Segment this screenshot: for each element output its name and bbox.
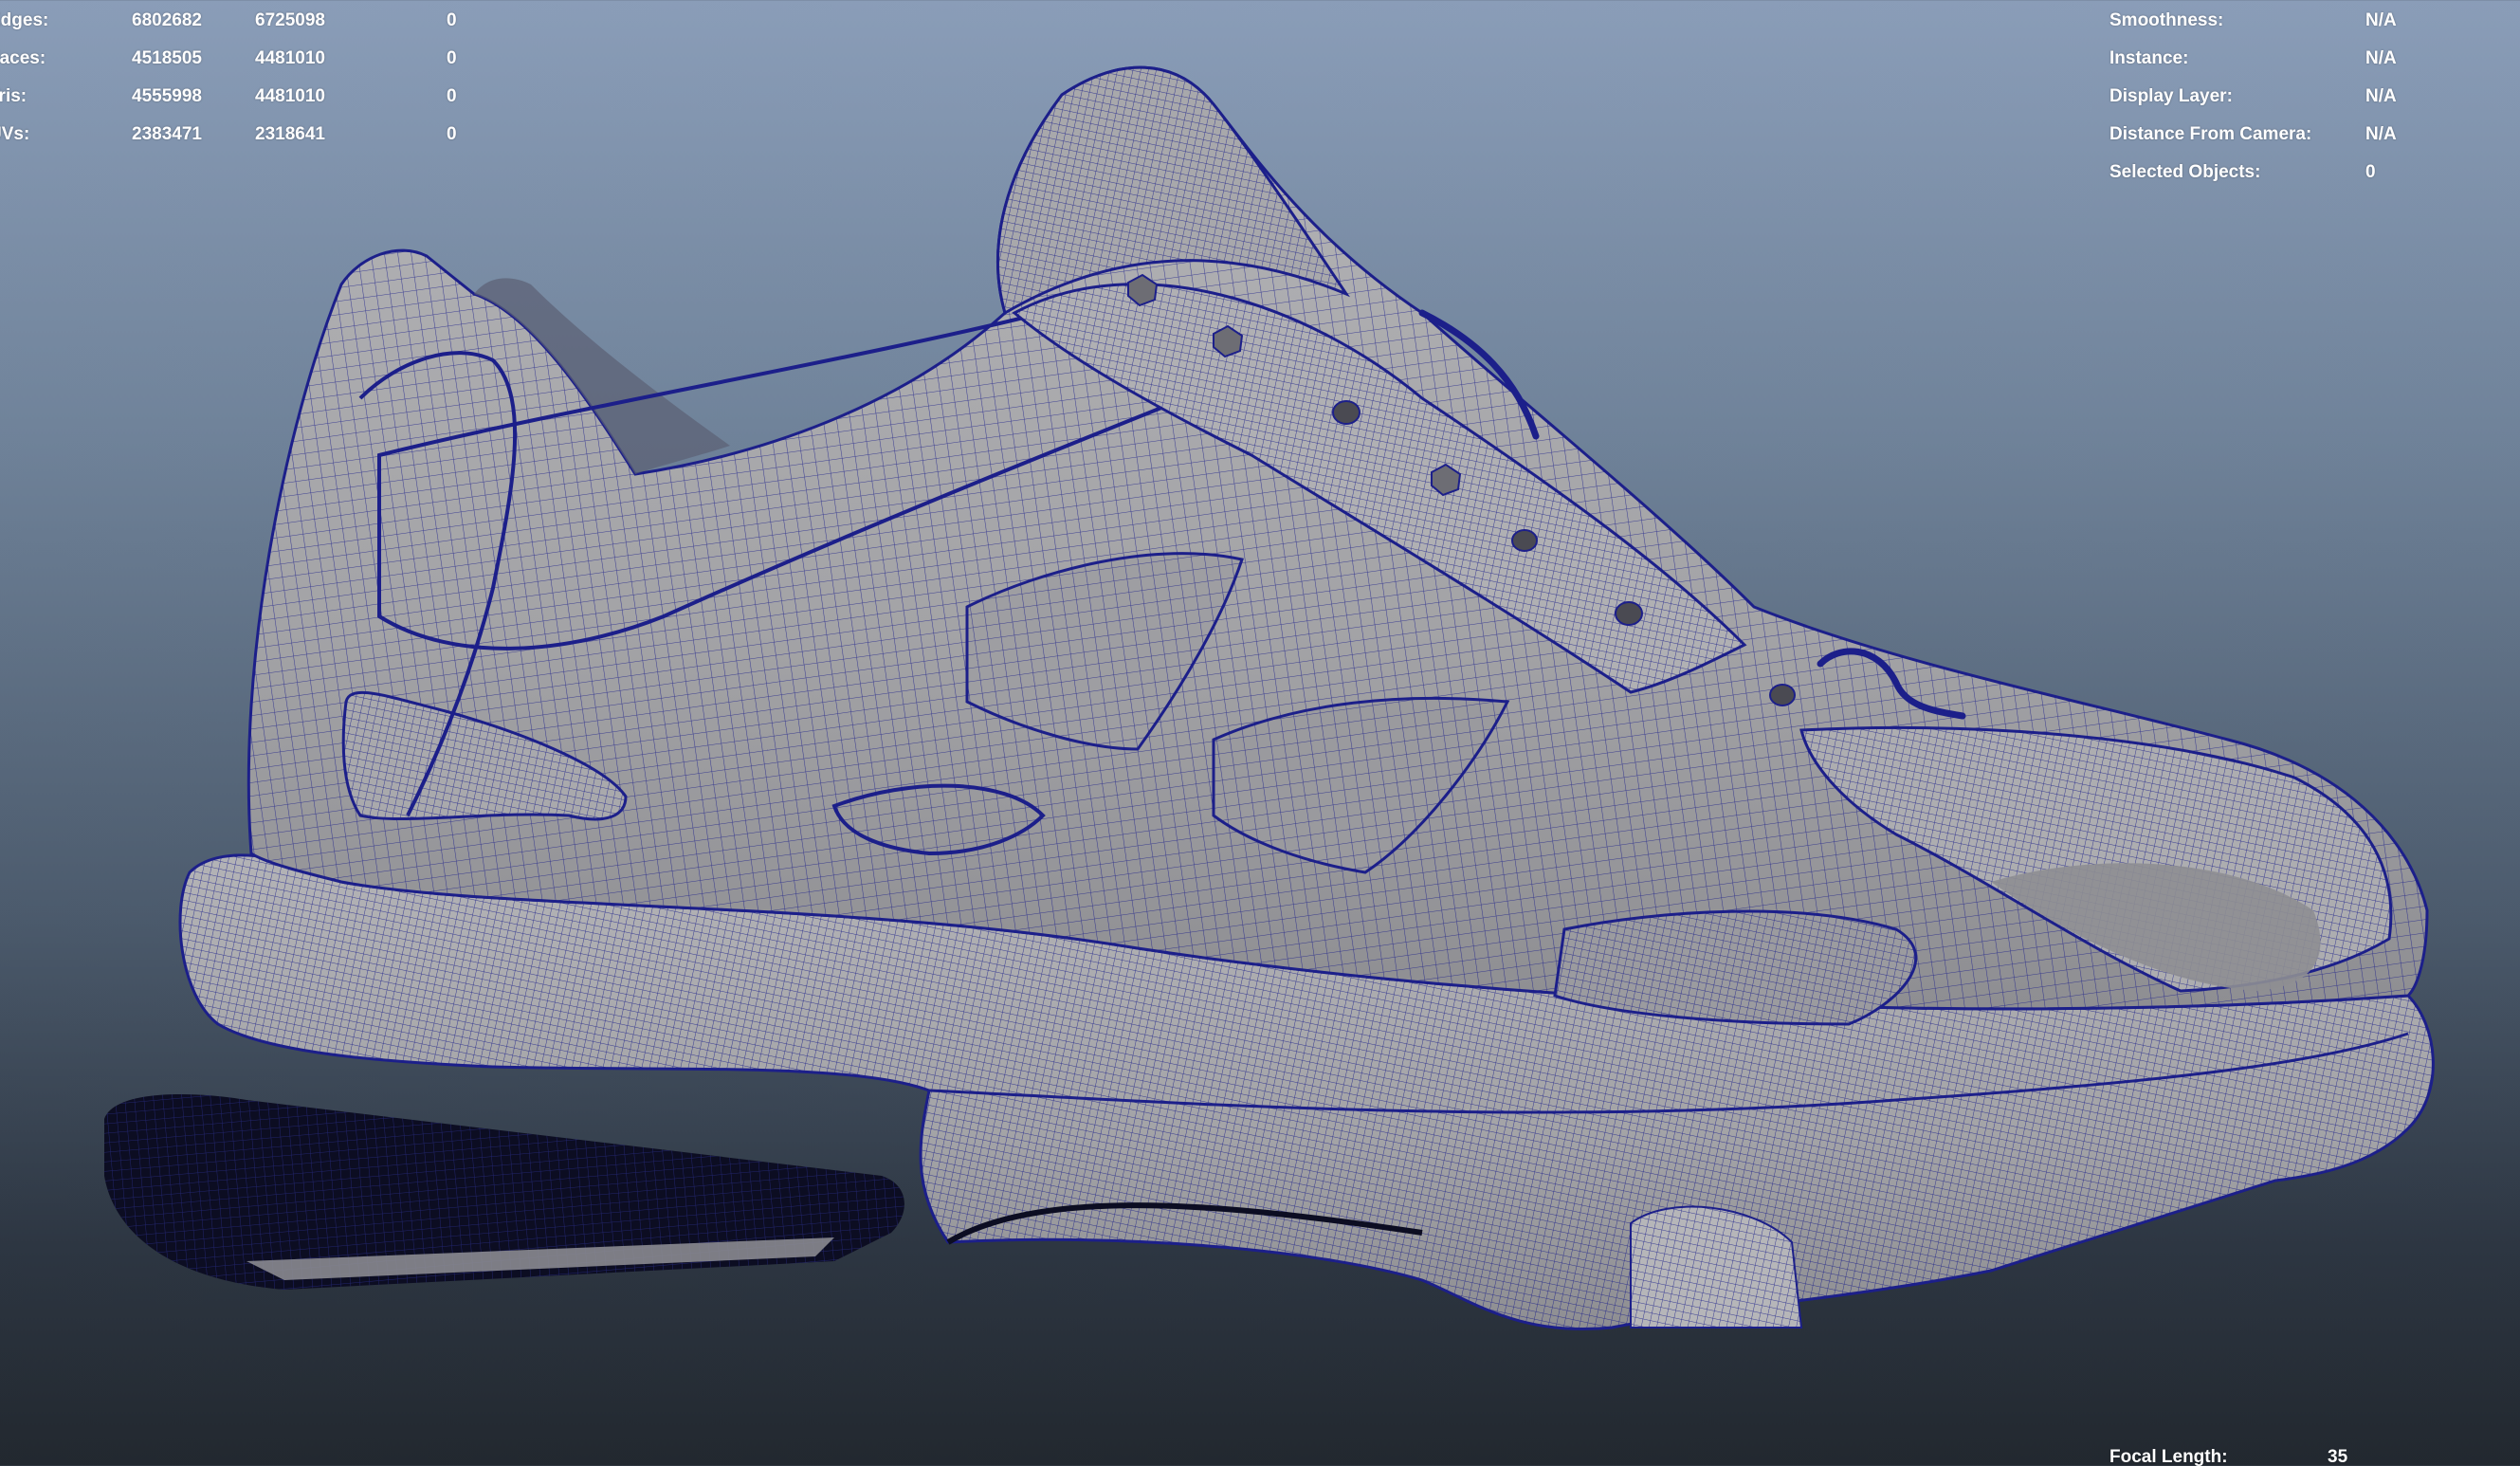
object-info-value: N/A [2365,48,2397,68]
stats-value: 0 [447,10,457,30]
stats-value: 0 [447,124,457,144]
focal-length-label: Focal Length: [2109,1447,2228,1466]
3d-viewport[interactable]: Edges: 6802682 6725098 0 Faces: 4518505 448101… [0,0,2520,1466]
stats-value: 4481010 [255,86,325,106]
stats-row: Tris: 4555998 4481010 0 [0,78,482,116]
object-info-row: Selected Objects: 0 [2109,154,2508,192]
focal-length-value: 35 [2328,1447,2348,1466]
stats-label: Faces: [0,48,46,68]
stats-label: Edges: [0,10,49,30]
stats-label: Tris: [0,86,27,106]
insole-mesh [104,1094,904,1290]
object-info-row: Display Layer: N/A [2109,78,2508,116]
stats-value: 4518505 [132,48,202,68]
focal-length-row: Focal Length: 35 [2109,1439,2508,1466]
stats-row: Edges: 6802682 6725098 0 [0,2,482,40]
object-info-label: Distance From Camera: [2109,124,2312,144]
object-info-label: Display Layer: [2109,86,2233,106]
stats-value: 4481010 [255,48,325,68]
object-info-row: Distance From Camera: N/A [2109,116,2508,154]
upper-mesh [247,65,2429,1026]
stats-value: 6725098 [255,10,325,30]
stats-value: 2383471 [132,124,202,144]
object-info-label: Smoothness: [2109,10,2224,30]
object-info-value: 0 [2365,162,2376,182]
object-info-label: Instance: [2109,48,2189,68]
object-info-label: Selected Objects: [2109,162,2261,182]
object-info-value: N/A [2365,86,2397,106]
object-info-hud: Smoothness: N/A Instance: N/A Display Layer:… [2109,2,2508,192]
camera-hud: Focal Length: 35 [2109,1439,2508,1466]
object-info-value: N/A [2365,10,2397,30]
stats-value: 6802682 [132,10,202,30]
stats-value: 4555998 [132,86,202,106]
stats-value: 0 [447,48,457,68]
stats-value: 0 [447,86,457,106]
poly-count-hud: Edges: 6802682 6725098 0 Faces: 4518505 448101… [0,2,482,154]
stats-row: Faces: 4518505 4481010 0 [0,40,482,78]
sneaker-wireframe-model[interactable] [0,0,2520,1466]
object-info-value: N/A [2365,124,2397,144]
stats-value: 2318641 [255,124,325,144]
stats-label: UVs: [0,124,30,144]
stats-row: UVs: 2383471 2318641 0 [0,116,482,154]
object-info-row: Smoothness: N/A [2109,2,2508,40]
object-info-row: Instance: N/A [2109,40,2508,78]
